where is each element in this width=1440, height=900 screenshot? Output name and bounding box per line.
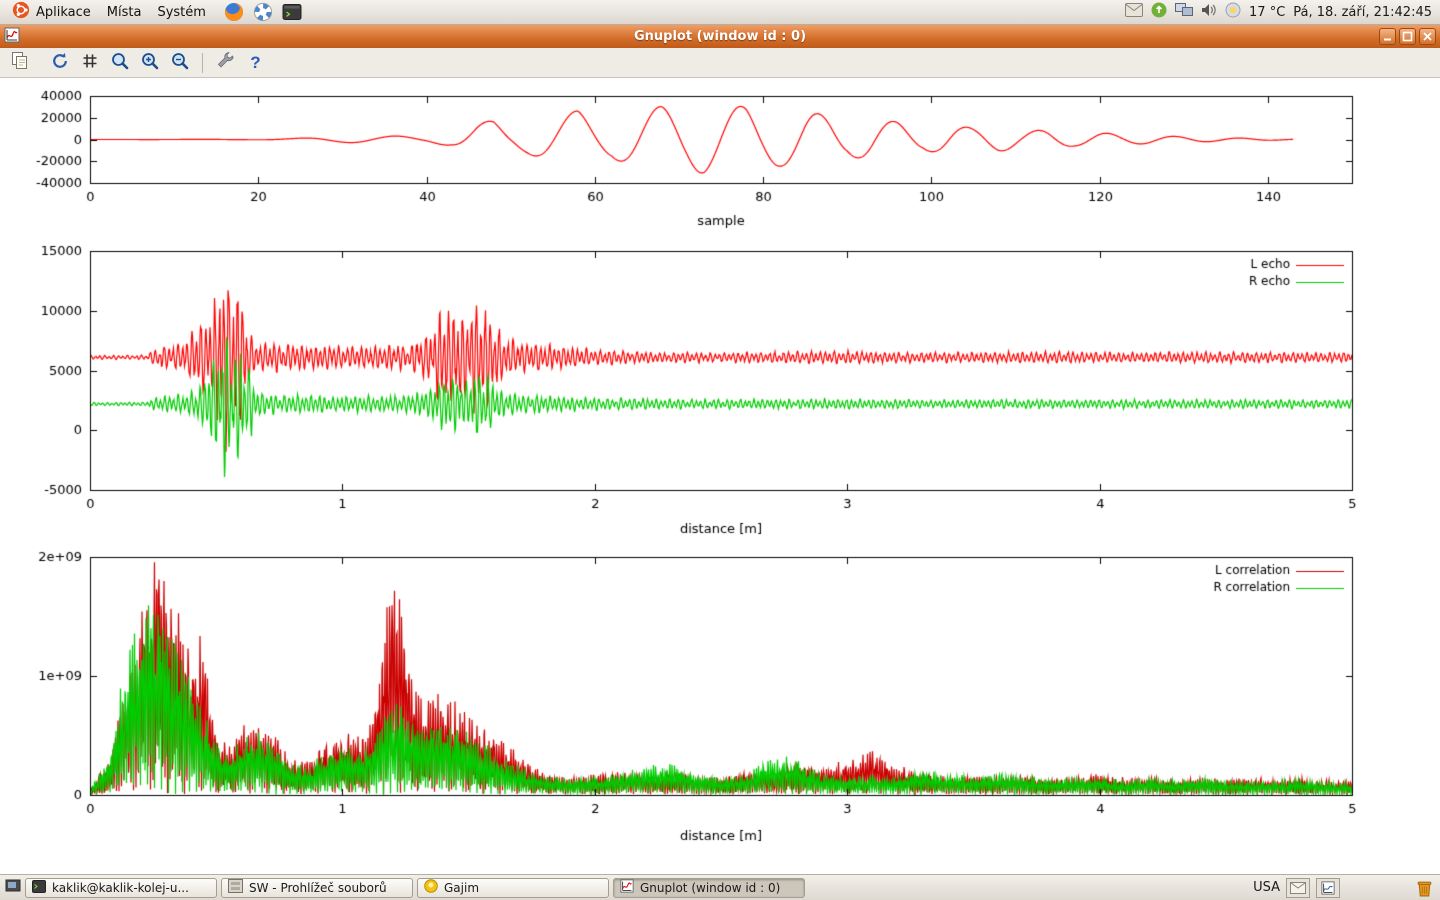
desktop: Aplikace Místa Systém 17 °C Pá, 18. září…: [0, 0, 1440, 900]
window-title: Gnuplot (window id : 0): [0, 29, 1440, 44]
task-button-terminal[interactable]: kaklik@kaklik-kolej-u...: [25, 878, 217, 898]
panel-launchers: [224, 2, 302, 22]
menu-applications-label: Aplikace: [36, 5, 91, 20]
clock[interactable]: Pá, 18. září, 21:42:45: [1293, 5, 1432, 20]
top-panel: Aplikace Místa Systém 17 °C Pá, 18. září…: [0, 0, 1440, 25]
menu-places-label: Místa: [107, 5, 142, 20]
window-controls: [1379, 28, 1436, 45]
task-button-gajim[interactable]: Gajim: [417, 878, 609, 898]
panel-menus: Aplikace Místa Systém: [4, 0, 302, 25]
zoom-out-button[interactable]: [167, 50, 192, 75]
weather-icon[interactable]: [1225, 2, 1241, 22]
gnuplot-plot-canvas[interactable]: [0, 78, 1440, 874]
menu-places[interactable]: Místa: [99, 3, 150, 22]
zoom-button[interactable]: [107, 50, 132, 75]
grid-icon: [80, 51, 100, 74]
menu-system[interactable]: Systém: [149, 3, 213, 22]
terminal-icon: [32, 880, 46, 896]
zoom-in-icon: [140, 51, 160, 74]
terminal-launcher-icon[interactable]: [282, 3, 302, 21]
mail-indicator-icon[interactable]: [1125, 3, 1143, 21]
maximize-button[interactable]: [1399, 28, 1416, 45]
ubuntu-logo-icon: [12, 1, 30, 23]
minimize-button[interactable]: [1379, 28, 1396, 45]
gnuplot-window: Gnuplot (window id : 0) ?: [0, 25, 1440, 874]
refresh-button[interactable]: [47, 50, 72, 75]
gnuplot-icon: [620, 879, 634, 896]
show-desktop-icon[interactable]: [5, 878, 21, 897]
zoom-icon: [110, 51, 130, 74]
temperature-indicator[interactable]: 17 °C: [1249, 5, 1285, 20]
copy-button[interactable]: [7, 50, 32, 75]
trash-icon[interactable]: [1416, 879, 1433, 897]
task-button-file-manager[interactable]: SW - Prohlížeč souborů: [221, 878, 413, 898]
toolbar-separator: [202, 53, 203, 73]
task-button-label: SW - Prohlížeč souborů: [249, 881, 387, 895]
help-button[interactable]: ?: [243, 50, 268, 75]
plot-tray-icon[interactable]: [1316, 878, 1340, 898]
taskbar-tray: USA: [1253, 878, 1435, 898]
settings-button[interactable]: [213, 50, 238, 75]
zoom-out-icon: [170, 51, 190, 74]
update-icon[interactable]: [1151, 2, 1167, 22]
help-icon: ?: [250, 54, 260, 71]
task-button-gnuplot[interactable]: Gnuplot (window id : 0): [613, 878, 805, 898]
plot-area: [0, 78, 1440, 874]
firefox-icon[interactable]: [224, 2, 244, 22]
taskbar: kaklik@kaklik-kolej-u... SW - Prohlížeč …: [0, 874, 1440, 900]
menu-system-label: Systém: [157, 5, 205, 20]
help-launcher-icon[interactable]: [253, 2, 273, 22]
task-button-label: Gnuplot (window id : 0): [640, 881, 780, 895]
file-manager-icon: [228, 879, 243, 896]
menu-applications[interactable]: Aplikace: [4, 0, 99, 25]
gajim-icon: [424, 879, 438, 896]
panel-indicators: 17 °C Pá, 18. září, 21:42:45: [1125, 2, 1436, 22]
keyboard-layout-indicator[interactable]: USA: [1253, 880, 1280, 895]
task-button-label: Gajim: [444, 881, 479, 895]
copy-icon: [10, 51, 30, 74]
network-icon[interactable]: [1175, 3, 1193, 21]
task-button-label: kaklik@kaklik-kolej-u...: [52, 881, 189, 895]
titlebar[interactable]: Gnuplot (window id : 0): [0, 25, 1440, 48]
volume-icon[interactable]: [1201, 3, 1217, 21]
mail-tray-icon[interactable]: [1286, 878, 1310, 898]
refresh-icon: [50, 51, 70, 74]
toolbar: ?: [0, 48, 1440, 78]
wrench-icon: [216, 51, 236, 74]
grid-button[interactable]: [77, 50, 102, 75]
close-button[interactable]: [1419, 28, 1436, 45]
zoom-in-button[interactable]: [137, 50, 162, 75]
